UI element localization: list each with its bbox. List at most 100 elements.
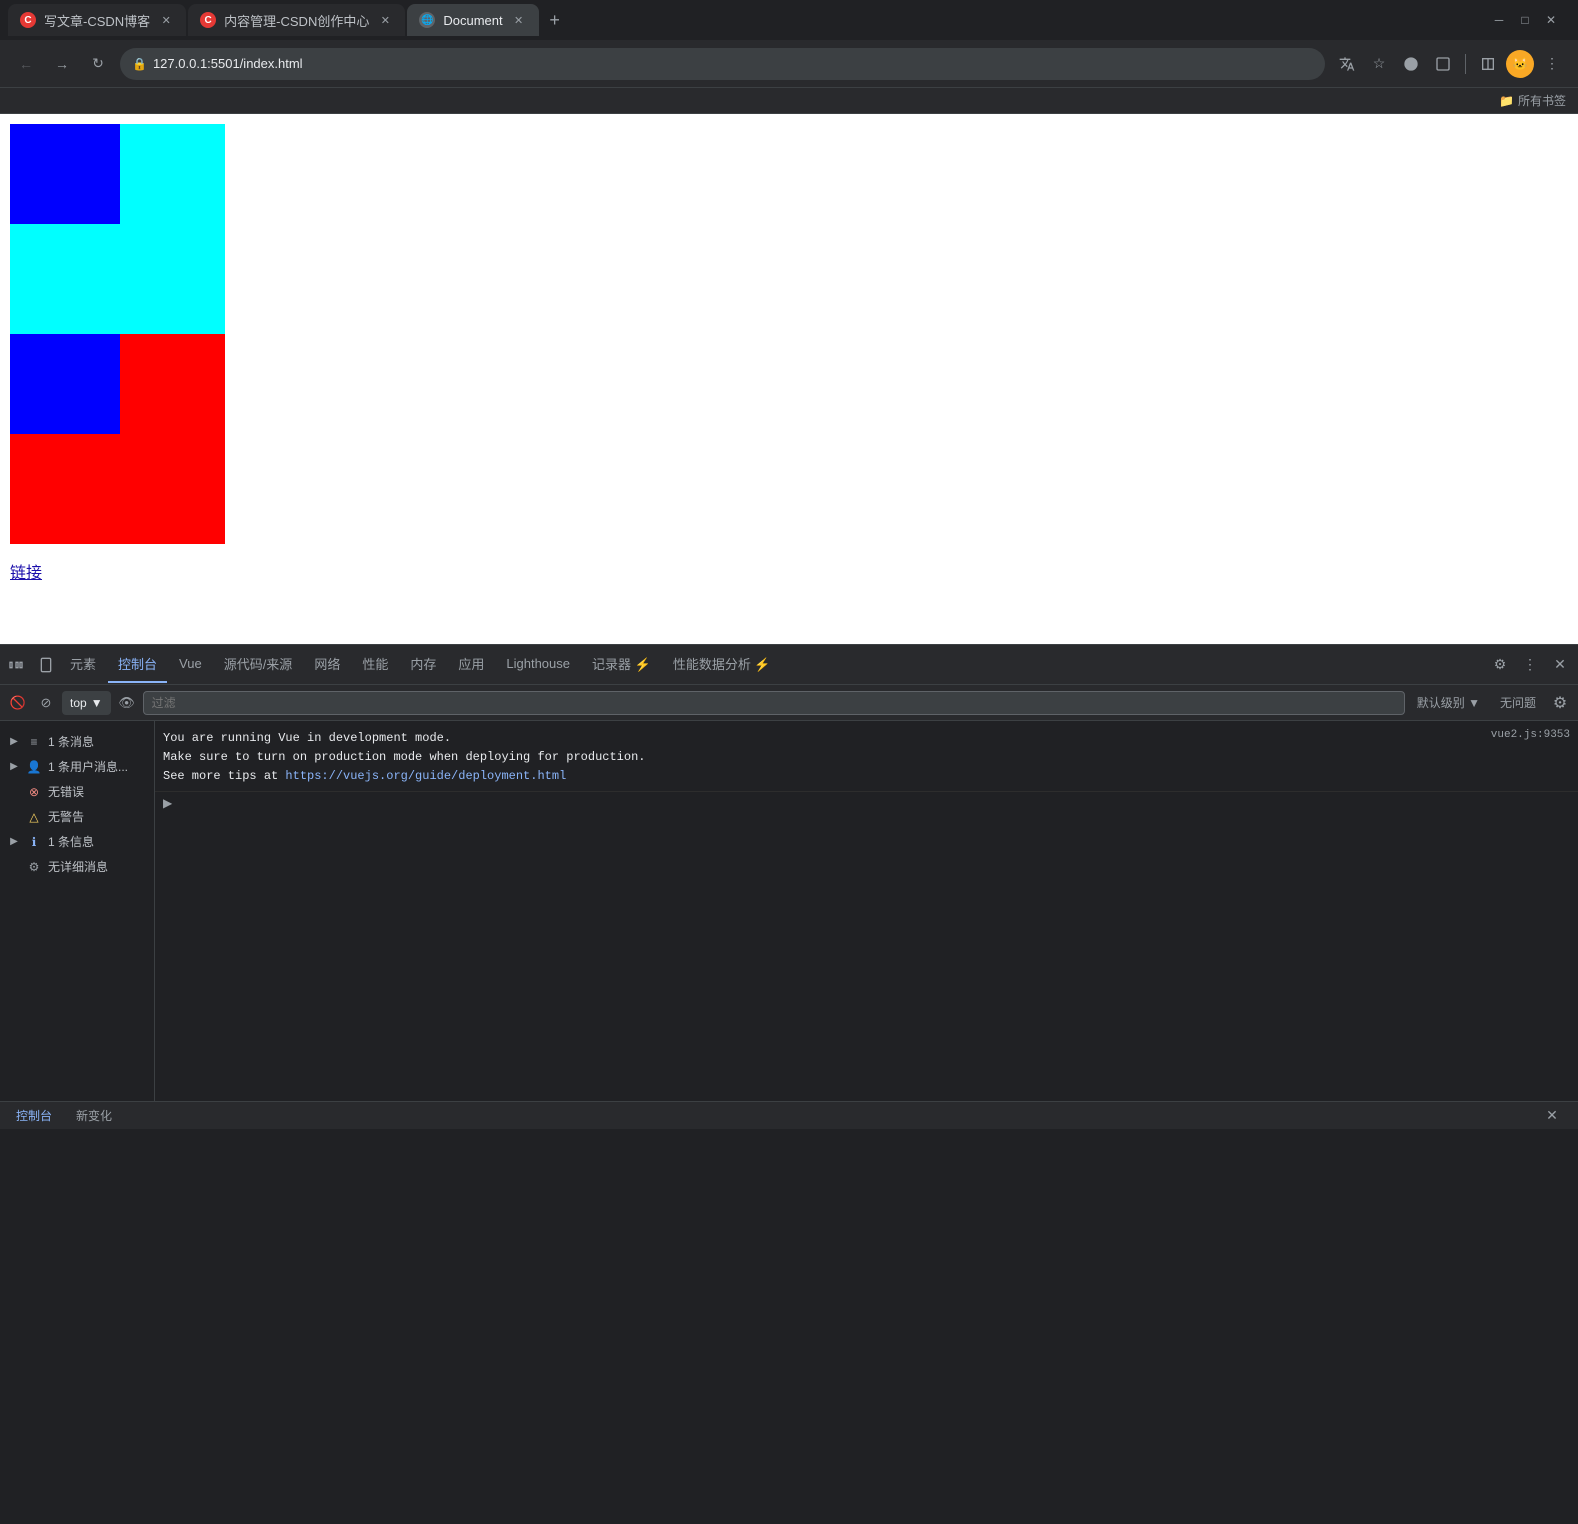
secure-icon: 🔒: [132, 57, 147, 71]
address-bar: ← → ↻ 🔒 127.0.0.1:5501/index.html ☆ 🐱 ⋮: [0, 40, 1578, 88]
context-selector[interactable]: top ▼: [62, 691, 111, 715]
address-url: 127.0.0.1:5501/index.html: [153, 56, 303, 71]
sidebar-item-info[interactable]: ▶ ℹ 1 条信息: [0, 829, 154, 854]
sidebar-item-errors[interactable]: ⊗ 无错误: [0, 779, 154, 804]
new-tab-button[interactable]: +: [541, 6, 569, 34]
extension-btn-1[interactable]: [1397, 50, 1425, 78]
bottom-tab-new-changes[interactable]: 新变化: [72, 1107, 116, 1124]
tab-performance[interactable]: 性能: [352, 647, 398, 683]
shape-red-small: [120, 334, 225, 434]
log-level-selector[interactable]: 默认级别 ▼: [1409, 694, 1488, 711]
tab-console[interactable]: 控制台: [108, 647, 167, 683]
tab-1-close[interactable]: ✕: [158, 12, 174, 28]
tab-2-icon: C: [200, 12, 216, 28]
tab-elements[interactable]: 元素: [60, 647, 106, 683]
devtools: 元素 控制台 Vue 源代码/来源 网络 性能 内存 应用 Lighthouse…: [0, 644, 1578, 1129]
tab-2-close[interactable]: ✕: [377, 12, 393, 28]
bottom-tab-console[interactable]: 控制台: [12, 1107, 56, 1124]
warning-icon: △: [26, 809, 42, 825]
no-issues-button[interactable]: 无问题: [1492, 694, 1544, 711]
shape-blue-top: [10, 124, 120, 224]
verbose-icon: ⚙: [26, 859, 42, 875]
shape-cyan: [120, 124, 225, 334]
devtools-more-button[interactable]: ⋮: [1516, 651, 1544, 679]
info-icon: ℹ: [26, 834, 42, 850]
devtools-close-button[interactable]: ✕: [1546, 651, 1574, 679]
console-body: ▶ ≡ 1 条消息 ▶ 👤 1 条用户消息... ⊗ 无错误 △ 无警告 ▶: [0, 721, 1578, 1101]
devtools-device-button[interactable]: [34, 653, 58, 677]
sidebar-item-verbose[interactable]: ⚙ 无详细消息: [0, 854, 154, 879]
tab-recorder[interactable]: 记录器 ⚡: [582, 647, 661, 683]
console-message-1: You are running Vue in development mode.…: [155, 725, 1578, 792]
tab-bar: C 写文章-CSDN博客 ✕ C 内容管理-CSDN创作中心 ✕ 🌐 Docum…: [0, 0, 1578, 40]
bookmark-button[interactable]: ☆: [1365, 50, 1393, 78]
tab-1-icon: C: [20, 12, 36, 28]
devtools-settings-button[interactable]: ⚙: [1486, 651, 1514, 679]
console-main: You are running Vue in development mode.…: [155, 721, 1578, 1101]
canvas-area: [10, 124, 225, 544]
sidebar-item-messages[interactable]: ▶ ≡ 1 条消息: [0, 729, 154, 754]
page-link[interactable]: 链接: [10, 559, 42, 583]
shape-cyan-bottom: [10, 224, 120, 334]
tab-performance-insights[interactable]: 性能数据分析 ⚡: [663, 647, 781, 683]
bottom-close-button[interactable]: ✕: [1538, 1102, 1566, 1130]
tab-memory[interactable]: 内存: [400, 647, 446, 683]
shape-red-large: [10, 434, 225, 544]
sidebar-item-user[interactable]: ▶ 👤 1 条用户消息...: [0, 754, 154, 779]
tab-sources[interactable]: 源代码/来源: [214, 647, 303, 683]
error-icon: ⊗: [26, 784, 42, 800]
tab-vue[interactable]: Vue: [169, 647, 212, 683]
minimize-button[interactable]: ─: [1492, 13, 1506, 27]
vue-deployment-link[interactable]: https://vuejs.org/guide/deployment.html: [285, 769, 566, 783]
browser-chrome: C 写文章-CSDN博客 ✕ C 内容管理-CSDN创作中心 ✕ 🌐 Docum…: [0, 0, 1578, 114]
console-settings-button[interactable]: ⚙: [1548, 691, 1572, 715]
warnings-label: 无警告: [48, 808, 84, 825]
no-issues-label: 无问题: [1500, 694, 1536, 711]
console-message-1-source[interactable]: vue2.js:9353: [1491, 729, 1570, 741]
tab-2[interactable]: C 内容管理-CSDN创作中心 ✕: [188, 4, 405, 36]
eye-button[interactable]: 👁: [115, 691, 139, 715]
profile-button[interactable]: 🐱: [1506, 50, 1534, 78]
devtools-bottom: 控制台 新变化 ✕: [0, 1101, 1578, 1129]
devtools-inspect-button[interactable]: [4, 653, 28, 677]
tab-2-label: 内容管理-CSDN创作中心: [224, 11, 369, 30]
tab-3-close[interactable]: ✕: [511, 12, 527, 28]
console-expand-arrow[interactable]: ▶: [155, 792, 1578, 814]
page-content: 链接: [0, 114, 1578, 644]
clear-console-button[interactable]: 🚫: [6, 691, 30, 715]
back-button[interactable]: ←: [12, 50, 40, 78]
tab-3[interactable]: 🌐 Document ✕: [407, 4, 538, 36]
close-button[interactable]: ✕: [1544, 13, 1558, 27]
sidebar-item-warnings[interactable]: △ 无警告: [0, 804, 154, 829]
address-input-wrap[interactable]: 🔒 127.0.0.1:5501/index.html: [120, 48, 1325, 80]
messages-label: 1 条消息: [48, 733, 94, 750]
devtools-tabs: 元素 控制台 Vue 源代码/来源 网络 性能 内存 应用 Lighthouse…: [0, 645, 1578, 685]
shape-blue-bottom: [10, 334, 120, 434]
menu-button[interactable]: ⋮: [1538, 50, 1566, 78]
toolbar-actions: ☆ 🐱 ⋮: [1333, 50, 1566, 78]
tab-3-label: Document: [443, 13, 502, 28]
errors-label: 无错误: [48, 783, 84, 800]
tab-network[interactable]: 网络: [304, 647, 350, 683]
maximize-button[interactable]: □: [1518, 13, 1532, 27]
translate-button[interactable]: [1333, 50, 1361, 78]
expand-messages-icon: ▶: [8, 736, 20, 748]
console-toolbar: 🚫 ⊘ top ▼ 👁 默认级别 ▼ 无问题 ⚙: [0, 685, 1578, 721]
tab-application[interactable]: 应用: [448, 647, 494, 683]
bookmarks-bar: 📁 所有书签: [0, 88, 1578, 114]
reload-button[interactable]: ↻: [84, 50, 112, 78]
extension-btn-2[interactable]: [1429, 50, 1457, 78]
tab-1[interactable]: C 写文章-CSDN博客 ✕: [8, 4, 186, 36]
user-label: 1 条用户消息...: [48, 758, 128, 775]
verbose-label: 无详细消息: [48, 858, 108, 875]
user-icon: 👤: [26, 759, 42, 775]
tab-3-icon: 🌐: [419, 12, 435, 28]
window-controls: ─ □ ✕: [1492, 13, 1570, 27]
filter-input[interactable]: [143, 691, 1405, 715]
tab-lighthouse[interactable]: Lighthouse: [496, 647, 580, 683]
split-view-button[interactable]: [1474, 50, 1502, 78]
messages-icon: ≡: [26, 734, 42, 750]
forward-button[interactable]: →: [48, 50, 76, 78]
filter-toggle-button[interactable]: ⊘: [34, 691, 58, 715]
expand-user-icon: ▶: [8, 761, 20, 773]
